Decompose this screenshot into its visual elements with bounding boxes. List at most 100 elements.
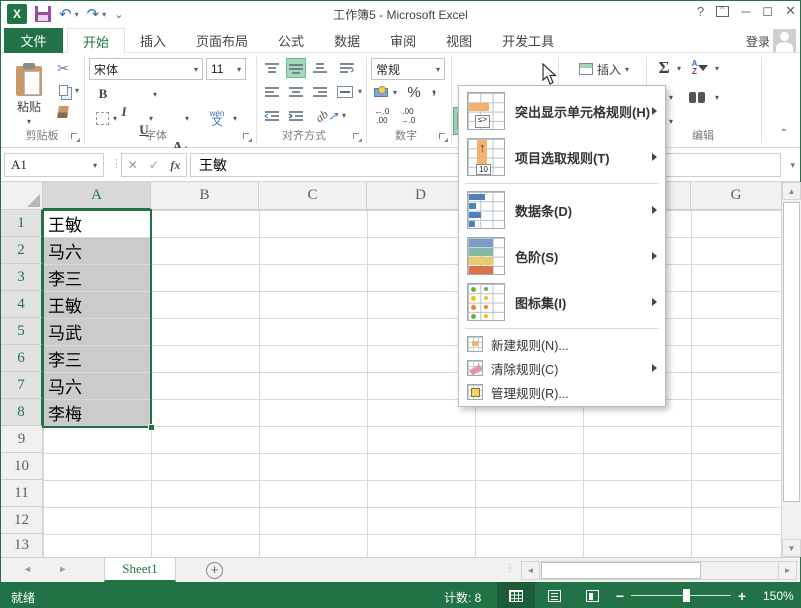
collapse-ribbon-icon[interactable]: ⌃ bbox=[780, 128, 788, 139]
fill-handle[interactable] bbox=[148, 424, 155, 431]
accounting-format-icon[interactable] bbox=[371, 83, 391, 101]
menu-item-color-scales[interactable]: 色阶(S) bbox=[459, 233, 665, 279]
scroll-right-icon[interactable]: ► bbox=[778, 562, 796, 579]
help-icon[interactable]: ? bbox=[697, 4, 704, 19]
menu-item-top-bottom-rules[interactable]: ↑ 10 项目选取规则(T) bbox=[459, 134, 665, 180]
menu-item-clear-rules[interactable]: 清除规则(C) bbox=[459, 356, 665, 380]
align-left-icon[interactable] bbox=[262, 82, 282, 102]
zoom-slider-thumb[interactable] bbox=[683, 589, 690, 602]
column-header-C[interactable]: C bbox=[259, 182, 367, 210]
zoom-level[interactable]: 150% bbox=[763, 589, 794, 603]
tab-review[interactable]: 审阅 bbox=[375, 28, 431, 53]
horizontal-scroll-thumb[interactable] bbox=[541, 562, 701, 579]
row-header-11[interactable]: 11 bbox=[1, 480, 43, 507]
menu-item-data-bars[interactable]: 数据条(D) bbox=[459, 187, 665, 233]
align-right-icon[interactable] bbox=[310, 82, 330, 102]
select-all-corner[interactable] bbox=[1, 182, 43, 210]
insert-function-icon[interactable]: fx bbox=[170, 158, 180, 173]
normal-view-button[interactable] bbox=[497, 582, 535, 608]
copy-dropdown-icon[interactable]: ▾ bbox=[75, 86, 79, 95]
phonetic-guide-icon[interactable]: wén 文 bbox=[205, 107, 229, 129]
sort-filter-dropdown-icon[interactable]: ▾ bbox=[715, 64, 719, 73]
horizontal-scrollbar[interactable]: ◄ ► bbox=[521, 561, 797, 580]
sort-filter-icon[interactable]: AZ bbox=[689, 57, 711, 79]
number-dialog-launcher-icon[interactable] bbox=[439, 133, 448, 142]
row-header-1[interactable]: 1 bbox=[1, 210, 43, 237]
orientation-dropdown-icon[interactable]: ▾ bbox=[342, 111, 346, 120]
wrap-text-icon[interactable] bbox=[336, 58, 358, 78]
accounting-dropdown-icon[interactable]: ▾ bbox=[393, 88, 397, 97]
sheet-tab-sheet1[interactable]: Sheet1 bbox=[104, 558, 176, 582]
merge-dropdown-icon[interactable]: ▾ bbox=[358, 87, 362, 96]
decrease-decimal-icon[interactable]: .00→.0 bbox=[397, 105, 419, 127]
menu-item-icon-sets[interactable]: 图标集(I) bbox=[459, 279, 665, 325]
orientation-icon[interactable]: ab↗ bbox=[316, 106, 338, 126]
column-header-G[interactable]: G bbox=[691, 182, 781, 210]
sign-in-link[interactable]: 登录 bbox=[746, 33, 770, 50]
row-header-4[interactable]: 4 bbox=[1, 291, 43, 318]
column-header-B[interactable]: B bbox=[151, 182, 259, 210]
expand-formula-bar-icon[interactable]: ▾ bbox=[790, 160, 795, 171]
row-header-2[interactable]: 2 bbox=[1, 237, 43, 264]
font-name-combobox[interactable]: 宋体▾ bbox=[89, 58, 203, 80]
tab-developer[interactable]: 开发工具 bbox=[487, 28, 569, 53]
bottom-align-icon[interactable] bbox=[310, 58, 330, 78]
maximize-icon[interactable]: ◻ bbox=[762, 3, 773, 19]
center-icon[interactable] bbox=[286, 82, 306, 102]
borders-icon[interactable] bbox=[93, 109, 111, 127]
row-header-6[interactable]: 6 bbox=[1, 345, 43, 372]
row-header-12[interactable]: 12 bbox=[1, 507, 43, 534]
underline-dropdown-icon[interactable]: ▾ bbox=[153, 90, 157, 99]
tab-view[interactable]: 视图 bbox=[431, 28, 487, 53]
zoom-out-icon[interactable]: − bbox=[613, 588, 627, 604]
tab-file[interactable]: 文件 bbox=[4, 28, 63, 53]
format-painter-icon[interactable] bbox=[53, 103, 73, 121]
autosum-icon[interactable]: Σ bbox=[653, 57, 675, 79]
clear-dropdown-icon[interactable]: ▾ bbox=[669, 117, 673, 126]
row-header-7[interactable]: 7 bbox=[1, 372, 43, 399]
row-header-8[interactable]: 8 bbox=[1, 399, 43, 426]
font-dialog-launcher-icon[interactable] bbox=[243, 133, 252, 142]
comma-style-icon[interactable]: , bbox=[427, 79, 441, 97]
vertical-scroll-thumb[interactable] bbox=[783, 202, 800, 502]
insert-cells-button[interactable]: 插入 ▾ bbox=[567, 58, 641, 80]
row-header-9[interactable]: 9 bbox=[1, 426, 43, 453]
zoom-in-icon[interactable]: + bbox=[735, 588, 749, 604]
tab-page-layout[interactable]: 页面布局 bbox=[181, 28, 263, 53]
tab-home[interactable]: 开始 bbox=[67, 28, 125, 54]
autosum-dropdown-icon[interactable]: ▾ bbox=[677, 64, 681, 73]
borders-dropdown-icon[interactable]: ▾ bbox=[113, 114, 117, 123]
middle-align-icon[interactable] bbox=[286, 58, 306, 78]
new-sheet-icon[interactable]: + bbox=[206, 562, 223, 579]
tabbar-splitter[interactable]: ⋮ bbox=[505, 563, 515, 574]
increase-decimal-icon[interactable]: ←.0.00 bbox=[371, 105, 393, 127]
page-break-view-button[interactable] bbox=[573, 582, 611, 608]
decrease-indent-icon[interactable] bbox=[262, 106, 282, 126]
menu-item-highlight-cells-rules[interactable]: ≤> 突出显示单元格规则(H) bbox=[459, 88, 665, 134]
fill-color-dropdown-icon[interactable]: ▾ bbox=[149, 114, 153, 123]
number-format-combobox[interactable]: 常规▾ bbox=[371, 58, 445, 80]
merge-center-icon[interactable] bbox=[334, 82, 356, 102]
row-header-13[interactable]: 13 bbox=[1, 534, 43, 557]
ribbon-display-options-icon[interactable] bbox=[716, 6, 729, 17]
vertical-scrollbar[interactable]: ▲ ▼ bbox=[781, 182, 801, 557]
row-header-5[interactable]: 5 bbox=[1, 318, 43, 345]
italic-button[interactable]: I bbox=[117, 103, 131, 121]
clipboard-dialog-launcher-icon[interactable] bbox=[71, 133, 80, 142]
column-header-A[interactable]: A bbox=[43, 182, 151, 210]
percent-style-icon[interactable]: % bbox=[405, 83, 423, 101]
close-icon[interactable]: ✕ bbox=[785, 3, 796, 19]
sheet-nav-arrows[interactable]: ◄ ► bbox=[23, 564, 79, 574]
font-size-combobox[interactable]: 11▾ bbox=[206, 58, 246, 80]
fill-dropdown-icon[interactable]: ▾ bbox=[669, 93, 673, 102]
tab-insert[interactable]: 插入 bbox=[125, 28, 181, 53]
zoom-slider[interactable] bbox=[631, 595, 731, 596]
cut-icon[interactable]: ✂ bbox=[53, 59, 73, 77]
scroll-left-icon[interactable]: ◄ bbox=[522, 562, 540, 579]
page-layout-view-button[interactable] bbox=[535, 582, 573, 608]
find-select-icon[interactable] bbox=[686, 86, 708, 108]
enter-icon[interactable]: ✓ bbox=[149, 158, 159, 172]
user-avatar[interactable] bbox=[773, 29, 796, 52]
copy-icon[interactable] bbox=[53, 81, 73, 99]
font-color-dropdown-icon[interactable]: ▾ bbox=[185, 114, 189, 123]
